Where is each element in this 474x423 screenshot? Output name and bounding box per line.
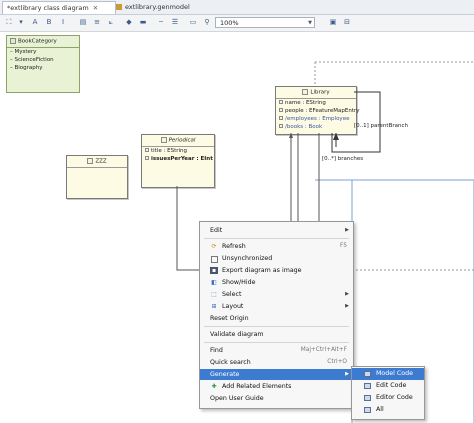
bold-icon[interactable]: B <box>44 18 54 27</box>
checkbox-icon <box>211 256 218 263</box>
zoom-select[interactable]: 100% ▼ <box>215 17 315 28</box>
zoom-value: 100% <box>220 19 239 27</box>
edit-code-icon <box>364 383 371 389</box>
chevron-right-icon: ▶ <box>345 291 349 297</box>
export-image-icon: ▪ <box>210 267 218 274</box>
font-icon[interactable]: A <box>30 18 40 27</box>
generate-submenu: Model Code Edit Code Editor Code All <box>351 366 425 420</box>
line-color-icon[interactable]: ▬ <box>138 18 148 27</box>
menu-item-generate[interactable]: Generate ▶ <box>200 369 353 380</box>
refresh-icon: ⟳ <box>211 243 217 250</box>
select-all-icon[interactable]: ▭ <box>188 18 198 27</box>
menu-item-edit[interactable]: Edit ▶ <box>200 225 353 236</box>
chevron-down-icon: ▼ <box>308 20 312 26</box>
menu-separator <box>204 238 349 239</box>
menu-item-refresh[interactable]: ⟳ Refresh F5 <box>200 241 353 252</box>
zoom-icon[interactable]: ⚲ <box>202 18 212 27</box>
tab-class-diagram[interactable]: *extlibrary class diagram ✕ <box>2 1 116 14</box>
submenu-item-all[interactable]: All <box>352 404 424 416</box>
tab-genmodel[interactable]: extlibrary.genmodel <box>112 1 200 13</box>
align-icon[interactable]: ≡ <box>92 18 102 27</box>
editor-code-icon <box>364 395 371 401</box>
menu-item-validate[interactable]: Validate diagram <box>200 329 353 340</box>
tab-label: extlibrary.genmodel <box>125 3 190 11</box>
editor-tab-bar: *extlibrary class diagram ✕ extlibrary.ge… <box>0 0 474 15</box>
edge-label-branches: [0..*] branches <box>322 156 364 162</box>
show-hide-icon: ◧ <box>211 279 217 286</box>
menu-separator <box>204 342 349 343</box>
menu-item-layout[interactable]: ⊞ Layout ▶ <box>200 301 353 312</box>
line-width-icon[interactable]: ☰ <box>170 18 180 27</box>
menu-item-quick-search[interactable]: Quick search Ctrl+O <box>200 357 353 368</box>
menu-separator <box>204 326 349 327</box>
menu-item-find[interactable]: Find Maj+Ctrl+Alt+F <box>200 345 353 356</box>
line-style-icon[interactable]: ╌ <box>156 18 166 27</box>
route-icon[interactable]: ⟀ <box>106 18 116 27</box>
diagram-toolbar: ⛶ ▾ A B I ▤ ≡ ⟀ ◆ ▬ ╌ ☰ ▭ ⚲ 100% ▼ ▣ ⊟ <box>0 15 474 32</box>
context-menu: Edit ▶ ⟳ Refresh F5 Unsynchronized ▪ Export … <box>199 221 354 409</box>
genmodel-icon <box>116 4 122 10</box>
close-icon[interactable]: ✕ <box>93 4 98 12</box>
submenu-item-editor-code[interactable]: Editor Code <box>352 392 424 404</box>
submenu-item-model-code[interactable]: Model Code <box>352 368 424 380</box>
layout-icon: ⊞ <box>211 303 217 310</box>
palette-icon[interactable]: ⛶ <box>4 18 14 27</box>
menu-item-user-guide[interactable]: Open User Guide <box>200 393 353 404</box>
chevron-right-icon: ▶ <box>345 371 349 377</box>
menu-item-unsynchronized[interactable]: Unsynchronized <box>200 253 353 264</box>
fill-color-icon[interactable]: ◆ <box>124 18 134 27</box>
chevron-down-icon[interactable]: ▾ <box>16 18 26 27</box>
italic-icon[interactable]: I <box>58 18 68 27</box>
menu-item-select[interactable]: ⬚ Select ▶ <box>200 289 353 300</box>
menu-item-show-hide[interactable]: ◧ Show/Hide <box>200 277 353 288</box>
menu-item-add-related[interactable]: ✚ Add Related Elements <box>200 381 353 392</box>
image-icon[interactable]: ▣ <box>328 18 338 27</box>
add-related-icon: ✚ <box>211 383 217 390</box>
arrange-icon[interactable]: ▤ <box>78 18 88 27</box>
chevron-right-icon: ▶ <box>345 227 349 233</box>
model-code-icon <box>364 371 371 377</box>
chevron-right-icon: ▶ <box>345 303 349 309</box>
menu-item-reset-origin[interactable]: Reset Origin <box>200 313 353 324</box>
edge-label-parent-branch: [0..1] parentBranch <box>354 123 408 129</box>
tab-label: *extlibrary class diagram <box>7 4 89 12</box>
submenu-item-edit-code[interactable]: Edit Code <box>352 380 424 392</box>
select-icon: ⬚ <box>211 291 217 298</box>
generate-all-icon <box>364 407 371 413</box>
menu-item-export-image[interactable]: ▪ Export diagram as image <box>200 265 353 276</box>
filter-icon[interactable]: ⊟ <box>342 18 352 27</box>
